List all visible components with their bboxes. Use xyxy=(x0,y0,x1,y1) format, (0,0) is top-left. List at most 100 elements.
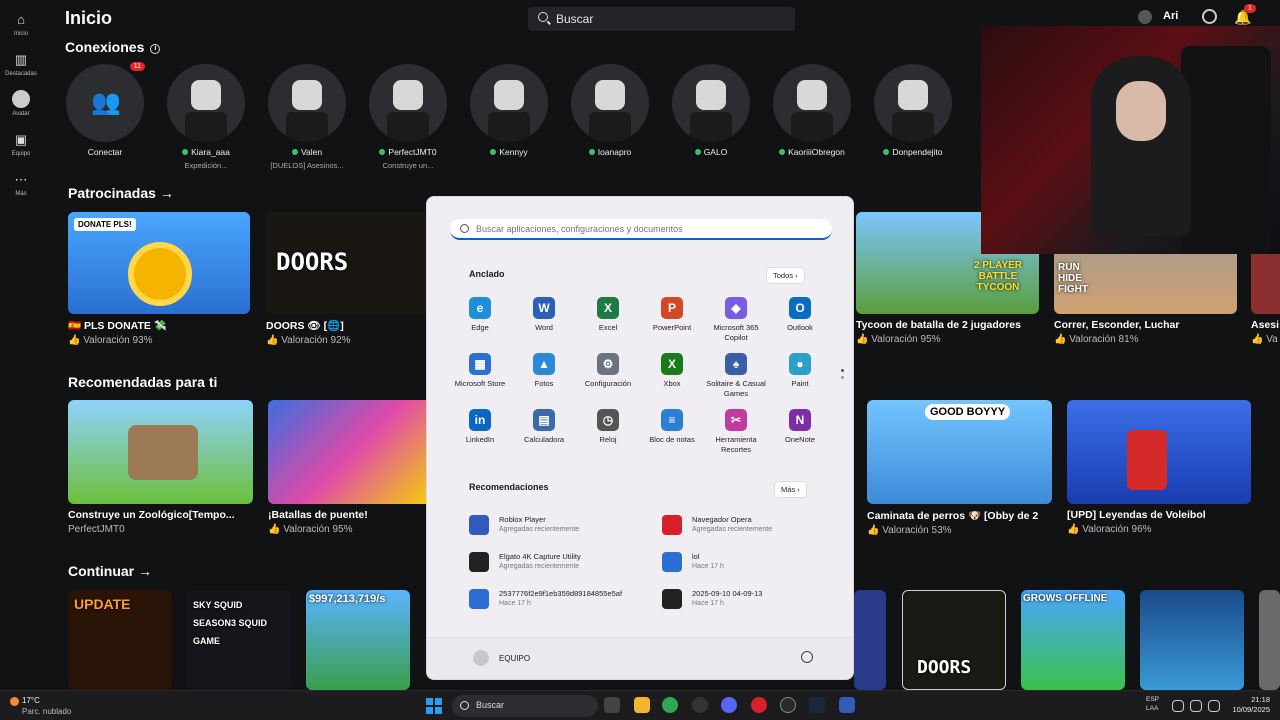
obs-icon[interactable] xyxy=(692,697,708,713)
avatar xyxy=(369,64,447,142)
friend-tile[interactable]: GALO xyxy=(661,64,761,161)
pinned-app[interactable]: X Excel xyxy=(576,297,640,333)
game-rating: 👍 Valoración 53% xyxy=(867,525,952,536)
pinned-app[interactable]: X Xbox xyxy=(640,353,704,389)
steam-icon[interactable] xyxy=(809,697,825,713)
chrome-icon[interactable] xyxy=(662,697,678,713)
friend-tile[interactable]: Ioanapro xyxy=(560,64,660,161)
nav-avatar[interactable]: Avatar xyxy=(0,90,42,117)
game-card-doors[interactable]: DOORS DOORS 👁 [🌐] 👍 Valoración 92% xyxy=(266,212,446,346)
all-apps-button[interactable]: Todos › xyxy=(766,267,805,284)
friend-tile[interactable]: 11 👥 Conectar xyxy=(55,62,155,161)
pinned-app[interactable]: N OneNote xyxy=(768,409,832,445)
recommended-title[interactable]: Recomendadas para ti xyxy=(68,374,217,390)
pinned-app[interactable]: P PowerPoint xyxy=(640,297,704,333)
game-card-zoo[interactable]: Construye un Zoológico[Tempo... PerfectJ… xyxy=(68,400,253,535)
continue-card[interactable] xyxy=(1140,590,1244,690)
continue-title[interactable]: Continuar → xyxy=(68,563,152,579)
pinned-app[interactable]: O Outlook xyxy=(768,297,832,333)
user-avatar[interactable] xyxy=(1138,10,1152,27)
pinned-app[interactable]: ◷ Reloj xyxy=(576,409,640,445)
recommendation-item[interactable]: 2025-09-10 04-09-13 Hace 17 h xyxy=(662,587,842,615)
recommendation-item[interactable]: Navegador Opera Agregadas recientemente xyxy=(662,513,842,541)
continue-card[interactable]: GROWS OFFLINE xyxy=(1021,590,1125,690)
pinned-app[interactable]: ◆ Microsoft 365 Copilot xyxy=(704,297,768,343)
friend-tile[interactable]: Donpendejito xyxy=(863,64,963,161)
pinned-app[interactable]: ▤ Calculadora xyxy=(512,409,576,445)
user-avatar[interactable] xyxy=(473,650,489,666)
friend-tile[interactable]: Kennyy xyxy=(459,64,559,161)
language-indicator[interactable]: ESP LAA xyxy=(1146,695,1159,713)
recommendation-item[interactable]: lol Hace 17 h xyxy=(662,550,842,578)
nav-more[interactable]: ⋯ Más xyxy=(0,172,42,197)
app-icon: W xyxy=(533,297,555,319)
file-icon xyxy=(469,589,489,609)
start-search[interactable] xyxy=(450,219,832,240)
windows-start-icon[interactable] xyxy=(426,698,442,714)
friend-tile[interactable]: Valen [DUELOS] Asesinos... xyxy=(257,64,357,170)
avatar xyxy=(571,64,649,142)
pinned-app[interactable]: ▦ Microsoft Store xyxy=(448,353,512,389)
start-search-input[interactable] xyxy=(476,222,816,236)
volume-icon[interactable] xyxy=(1190,700,1202,712)
power-icon[interactable] xyxy=(801,651,813,663)
game-card-bridge[interactable]: ¡Batallas de puente! 👍 Valoración 95% xyxy=(268,400,438,535)
task-view-icon[interactable] xyxy=(604,697,620,713)
app-label: Calculadora xyxy=(523,435,565,444)
game-card-pls-donate[interactable]: DONATE PLS! 🇪🇸 PLS DONATE 💸 👍 Valoración… xyxy=(68,212,250,346)
pinned-app[interactable]: ≡ Bloc de notas xyxy=(640,409,704,445)
pinned-app[interactable]: W Word xyxy=(512,297,576,333)
page-title: Inicio xyxy=(65,8,113,28)
more-button[interactable]: Más › xyxy=(774,481,807,498)
pinned-app[interactable]: ● Paint xyxy=(768,353,832,389)
game-card-volleyball[interactable]: [UPD] Leyendas de Voleibol 👍 Valoración … xyxy=(1067,400,1251,535)
pinned-app[interactable]: ▲ Fotos xyxy=(512,353,576,389)
avatar xyxy=(470,64,548,142)
pinned-app[interactable]: ⚙ Configuración xyxy=(576,353,640,389)
continue-card[interactable]: $997,213,719/s xyxy=(306,590,410,690)
avatar xyxy=(167,64,245,142)
continue-card[interactable] xyxy=(854,590,886,690)
online-dot-icon xyxy=(694,149,701,155)
recommendation-item[interactable]: Roblox Player Agregadas recientemente xyxy=(469,513,649,541)
pinned-app[interactable]: ♠ Solitaire & Casual Games xyxy=(704,353,768,399)
sponsored-title[interactable]: Patrocinadas → xyxy=(68,185,174,201)
recommendation-item[interactable]: 2537776f2e9f1eb359d89184855e5af Hace 17 h xyxy=(469,587,649,615)
search-input[interactable]: Buscar xyxy=(528,7,795,31)
badge: 11 xyxy=(129,62,145,71)
app-icon[interactable] xyxy=(780,697,796,713)
pinned-app[interactable]: ✂ Herramienta Recortes xyxy=(704,409,768,455)
roblox-icon[interactable] xyxy=(839,697,855,713)
opera-icon[interactable] xyxy=(751,697,767,713)
game-card-dog-walk[interactable]: GOOD BOYYY Caminata de perros 🐶 [Obby de… xyxy=(867,400,1052,536)
discord-icon[interactable] xyxy=(721,697,737,713)
connections-title[interactable]: Conexiones i xyxy=(65,39,161,55)
continue-card[interactable]: DOORS xyxy=(902,590,1006,690)
friend-tile[interactable]: PerfectJMT0 Construye un... xyxy=(358,64,458,170)
recommendation-item[interactable]: Elgato 4K Capture Utility Agregadas recie… xyxy=(469,550,649,578)
nav-featured[interactable]: ▥ Destacadas xyxy=(0,52,42,77)
info-icon[interactable]: i xyxy=(150,44,161,54)
nav-inventory[interactable]: ▣ Equipo xyxy=(0,132,42,157)
taskbar-search[interactable]: Buscar xyxy=(452,695,598,717)
scroll-indicator[interactable] xyxy=(841,369,844,383)
user-name[interactable]: EQUIPO xyxy=(499,654,530,663)
online-dot-icon xyxy=(490,149,497,155)
game-thumbnail xyxy=(68,400,253,504)
file-explorer-icon[interactable] xyxy=(634,697,650,713)
weather-widget[interactable]: 17°C Parc. nublado xyxy=(10,695,71,717)
robux-icon[interactable] xyxy=(1202,9,1217,24)
clock[interactable]: 21:18 10/09/2025 xyxy=(1232,695,1270,715)
continue-card[interactable] xyxy=(1259,590,1280,690)
continue-card[interactable]: SKY SQUID SEASON3 SQUID GAME xyxy=(187,590,291,690)
continue-card[interactable]: UPDATE xyxy=(68,590,172,690)
pinned-app[interactable]: in LinkedIn xyxy=(448,409,512,445)
wifi-icon[interactable] xyxy=(1172,700,1184,712)
nav-home[interactable]: ⌂ Inicio xyxy=(0,12,42,37)
friend-tile[interactable]: KaoriiiObregon xyxy=(762,64,862,161)
game-thumbnail xyxy=(1259,590,1280,690)
username[interactable]: Ari xyxy=(1163,10,1178,22)
friend-tile[interactable]: Kiara_aaa Expedición... xyxy=(156,64,256,170)
pinned-app[interactable]: e Edge xyxy=(448,297,512,333)
battery-icon[interactable] xyxy=(1208,700,1220,712)
